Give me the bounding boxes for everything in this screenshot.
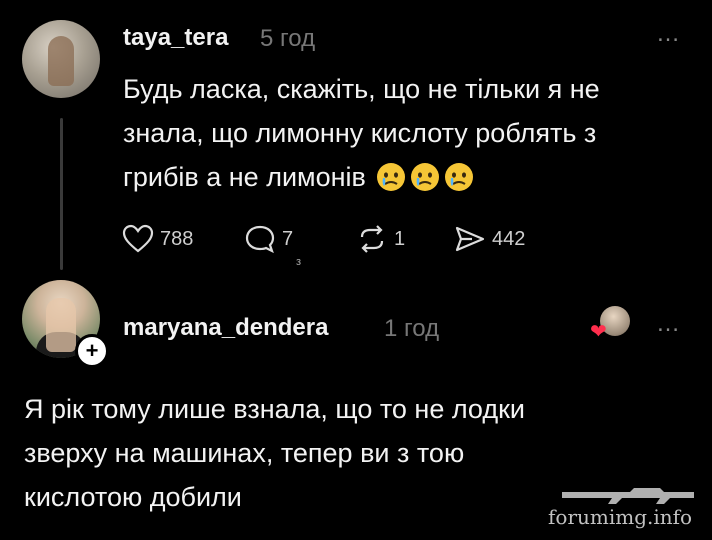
more-options-icon[interactable]: … bbox=[656, 20, 681, 48]
follow-plus-button[interactable]: + bbox=[75, 334, 109, 368]
heart-icon bbox=[122, 224, 154, 253]
username[interactable]: taya_tera bbox=[123, 24, 228, 52]
repost-icon bbox=[360, 225, 384, 253]
share-count: 442 bbox=[492, 227, 526, 250]
reply-line: зверху на машинах, тепер ви з тою bbox=[24, 438, 465, 468]
reply-time: 1 год bbox=[384, 315, 440, 342]
heart-icon: ❤ bbox=[590, 321, 607, 343]
comment-subscript: з bbox=[296, 256, 302, 268]
reply-line: Я рік тому лише взнала, що то не лодки bbox=[24, 394, 525, 424]
avatar-taya-tera[interactable] bbox=[22, 20, 100, 98]
thread-line bbox=[60, 118, 63, 270]
watermark: forumimg.info bbox=[548, 505, 693, 529]
comment-button[interactable]: 7 bbox=[244, 224, 293, 254]
reply-more-options-icon[interactable]: … bbox=[656, 310, 681, 338]
post-line: знала, що лимонну кислоту роблять з bbox=[123, 118, 597, 148]
post-line: Будь ласка, скажіть, що не тільки я не bbox=[123, 74, 600, 104]
post-line-text: грибів а не лимонів bbox=[123, 162, 366, 192]
post-time: 5 год bbox=[260, 25, 316, 52]
avatar-figure bbox=[48, 36, 74, 86]
comment-icon bbox=[245, 225, 275, 254]
reply-username[interactable]: maryana_dendera bbox=[123, 314, 328, 342]
comment-count: 7 bbox=[282, 227, 294, 250]
crying-face-emoji bbox=[410, 163, 439, 191]
repost-button[interactable]: 1 bbox=[356, 224, 405, 254]
rifle-watermark-icon bbox=[562, 488, 694, 504]
repost-count: 1 bbox=[394, 227, 406, 250]
share-button[interactable]: 442 bbox=[454, 224, 525, 254]
avatar-figure bbox=[46, 298, 76, 352]
like-button[interactable]: 788 bbox=[122, 224, 193, 254]
emoji-group bbox=[376, 162, 474, 192]
post-body: Будь ласка, скажіть, що не тільки я не з… bbox=[123, 67, 693, 199]
crying-face-emoji bbox=[444, 163, 473, 191]
liked-by-author-indicator: ❤ bbox=[588, 306, 632, 346]
like-count: 788 bbox=[160, 227, 194, 250]
send-icon bbox=[455, 226, 485, 252]
post-line: грибів а не лимонів bbox=[123, 155, 693, 199]
crying-face-emoji bbox=[376, 163, 405, 191]
